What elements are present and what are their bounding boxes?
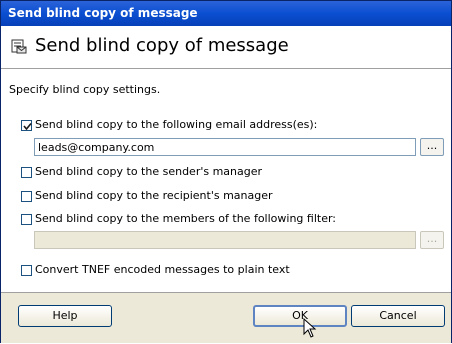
instructions-text: Specify blind copy settings. bbox=[9, 83, 161, 96]
filter-checkbox[interactable] bbox=[21, 214, 32, 225]
recipient-manager-label: Send blind copy to the recipient's manag… bbox=[35, 189, 273, 202]
filter-option-label: Send blind copy to the members of the fo… bbox=[35, 212, 336, 225]
filter-input[interactable] bbox=[34, 231, 416, 249]
button-bar: Help OK Cancel bbox=[1, 292, 451, 343]
help-button[interactable]: Help bbox=[18, 305, 112, 327]
bcc-message-icon bbox=[11, 38, 27, 54]
recipient-manager-checkbox[interactable] bbox=[21, 191, 32, 202]
sender-manager-label: Send blind copy to the sender's manager bbox=[35, 165, 263, 178]
sender-manager-checkbox[interactable] bbox=[21, 167, 32, 178]
dialog-header: Send blind copy of message bbox=[1, 26, 451, 69]
settings-panel: Specify blind copy settings. Send blind … bbox=[1, 69, 451, 292]
email-browse-button[interactable]: ... bbox=[420, 138, 444, 156]
email-checkbox[interactable] bbox=[21, 120, 32, 131]
window-title: Send blind copy of message bbox=[8, 6, 198, 20]
check-mark-icon bbox=[23, 122, 32, 131]
tnef-checkbox[interactable] bbox=[21, 265, 32, 276]
filter-browse-button[interactable]: ... bbox=[420, 231, 444, 249]
dialog-window: Send blind copy of message Send blind co… bbox=[0, 0, 452, 343]
title-bar[interactable]: Send blind copy of message bbox=[1, 1, 451, 26]
tnef-option-label: Convert TNEF encoded messages to plain t… bbox=[35, 263, 290, 276]
email-option-label: Send blind copy to the following email a… bbox=[35, 118, 318, 131]
ok-button[interactable]: OK bbox=[253, 305, 347, 327]
cancel-button[interactable]: Cancel bbox=[351, 305, 445, 327]
email-address-input[interactable]: leads@company.com bbox=[34, 138, 416, 156]
page-title: Send blind copy of message bbox=[35, 35, 289, 56]
mouse-pointer-icon bbox=[303, 317, 317, 344]
